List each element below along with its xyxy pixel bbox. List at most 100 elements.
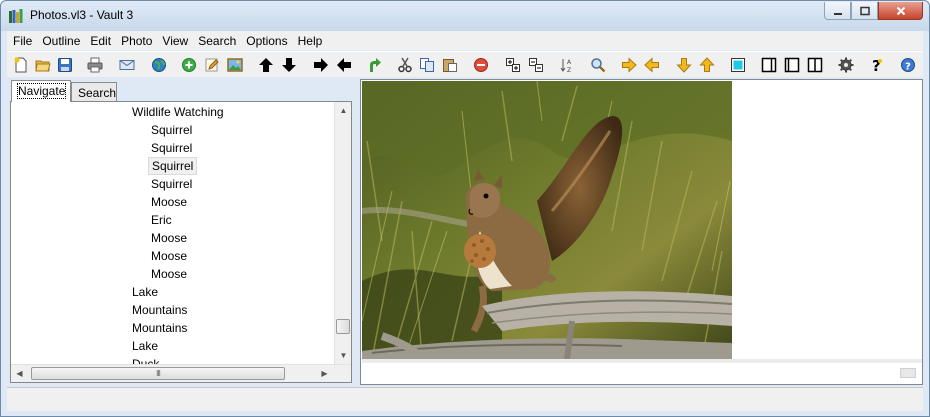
- maximize-button[interactable]: [851, 2, 878, 20]
- outdent-button[interactable]: [334, 55, 354, 75]
- tree-item[interactable]: Squirrel: [148, 157, 198, 175]
- edit-icon: [205, 58, 219, 72]
- tree-vertical-scrollbar[interactable]: ▲ ▼: [334, 102, 351, 364]
- copy-icon: [420, 58, 434, 72]
- app-window: Photos.vl3 - Vault 3 File Outline Edit P…: [0, 0, 930, 417]
- scroll-down-arrow[interactable]: ▼: [335, 347, 351, 364]
- tree-item[interactable]: Moose: [148, 247, 190, 265]
- tree-item[interactable]: Lake: [129, 283, 161, 301]
- help-button[interactable]: ?: [867, 55, 887, 75]
- layout-split-button[interactable]: [805, 55, 825, 75]
- collapse-all-button[interactable]: [526, 55, 546, 75]
- menu-options[interactable]: Options: [242, 34, 291, 48]
- minimize-button[interactable]: [824, 2, 851, 20]
- svg-text:?: ?: [905, 62, 911, 73]
- menu-search[interactable]: Search: [194, 34, 240, 48]
- new-file-button[interactable]: [11, 55, 31, 75]
- tree-item[interactable]: Squirrel: [148, 121, 195, 139]
- email-button[interactable]: [117, 55, 137, 75]
- maximize-icon: [859, 6, 870, 15]
- vertical-scroll-thumb[interactable]: [336, 319, 350, 334]
- copy-button[interactable]: [417, 55, 437, 75]
- tree-item[interactable]: Moose: [148, 265, 190, 283]
- photo-resize-grip[interactable]: [900, 368, 916, 378]
- layout-single-icon: [784, 57, 800, 73]
- edit-button[interactable]: [202, 55, 222, 75]
- scroll-grip: III: [156, 369, 161, 378]
- arrow-up-icon: [259, 58, 273, 72]
- menu-outline[interactable]: Outline: [38, 34, 84, 48]
- web-button[interactable]: [149, 55, 169, 75]
- insert-picture-icon: [227, 58, 243, 72]
- cut-button[interactable]: [395, 55, 415, 75]
- tree-item[interactable]: Wildlife Watching: [129, 103, 227, 121]
- tab-search[interactable]: Search: [71, 82, 117, 102]
- previous-button[interactable]: [642, 55, 662, 75]
- toggle-view-button[interactable]: [728, 55, 748, 75]
- arrow-left-icon: [337, 58, 351, 72]
- settings-button[interactable]: [836, 55, 856, 75]
- tree-item[interactable]: Squirrel: [148, 175, 195, 193]
- move-up-button[interactable]: [256, 55, 276, 75]
- email-icon: [119, 60, 135, 70]
- tab-search-label: Search: [78, 86, 117, 100]
- insert-picture-button[interactable]: [225, 55, 245, 75]
- print-button[interactable]: [85, 55, 105, 75]
- tree-item[interactable]: Squirrel: [148, 139, 195, 157]
- menu-help[interactable]: Help: [294, 34, 327, 48]
- photo-caption-strip: [362, 359, 922, 363]
- help-icon: ?: [872, 57, 882, 73]
- tab-navigate[interactable]: Navigate: [11, 80, 71, 102]
- tree-item[interactable]: Eric: [148, 211, 175, 229]
- outline-tree: Wildlife Watching Squirrel Squirrel Squirre…: [10, 101, 352, 383]
- tree-horizontal-scrollbar[interactable]: ◀ III ▶: [11, 364, 351, 382]
- print-icon: [87, 57, 103, 73]
- photo-viewer: [360, 79, 923, 385]
- tree-item[interactable]: Duck: [129, 355, 162, 364]
- scroll-right-arrow[interactable]: ▶: [316, 365, 333, 382]
- move-item-down-button[interactable]: [674, 55, 694, 75]
- move-up-icon: [699, 57, 715, 72]
- new-file-icon: [14, 57, 27, 73]
- expand-all-button[interactable]: [503, 55, 523, 75]
- svg-text:Z: Z: [567, 67, 571, 73]
- indent-button[interactable]: [311, 55, 331, 75]
- title-bar[interactable]: Photos.vl3 - Vault 3: [1, 1, 929, 31]
- sort-button[interactable]: AZ: [557, 55, 577, 75]
- svg-text:A: A: [567, 59, 572, 66]
- tree-item[interactable]: Mountains: [129, 319, 190, 337]
- paste-icon: [443, 59, 457, 72]
- collapse-all-icon: [529, 58, 543, 72]
- menu-view[interactable]: View: [158, 34, 192, 48]
- previous-icon: [644, 57, 659, 73]
- menu-file[interactable]: File: [9, 34, 36, 48]
- next-button[interactable]: [619, 55, 639, 75]
- tree-item[interactable]: Moose: [148, 193, 190, 211]
- layout-left-button[interactable]: [759, 55, 779, 75]
- settings-icon: [838, 57, 854, 73]
- move-down-button[interactable]: [279, 55, 299, 75]
- redo-button[interactable]: [364, 55, 384, 75]
- save-button[interactable]: [55, 55, 75, 75]
- about-button[interactable]: ?: [898, 55, 918, 75]
- tree-item[interactable]: Lake: [129, 337, 161, 355]
- open-button[interactable]: [33, 55, 53, 75]
- scroll-up-arrow[interactable]: ▲: [335, 102, 351, 119]
- delete-button[interactable]: [471, 55, 491, 75]
- menu-photo[interactable]: Photo: [117, 34, 156, 48]
- scroll-left-arrow[interactable]: ◀: [11, 365, 28, 382]
- tree-item[interactable]: Mountains: [129, 301, 190, 319]
- tree-item[interactable]: Moose: [148, 229, 190, 247]
- squirrel-photo: [362, 81, 732, 359]
- add-icon: [182, 58, 196, 72]
- move-item-up-button[interactable]: [697, 55, 717, 75]
- move-down-icon: [676, 58, 692, 73]
- paste-button[interactable]: [440, 55, 460, 75]
- close-button[interactable]: [878, 2, 923, 20]
- find-button[interactable]: [588, 55, 608, 75]
- menu-edit[interactable]: Edit: [86, 34, 115, 48]
- minimize-icon: [833, 12, 842, 15]
- layout-single-button[interactable]: [782, 55, 802, 75]
- add-button[interactable]: [179, 55, 199, 75]
- horizontal-scroll-thumb[interactable]: III: [31, 367, 285, 380]
